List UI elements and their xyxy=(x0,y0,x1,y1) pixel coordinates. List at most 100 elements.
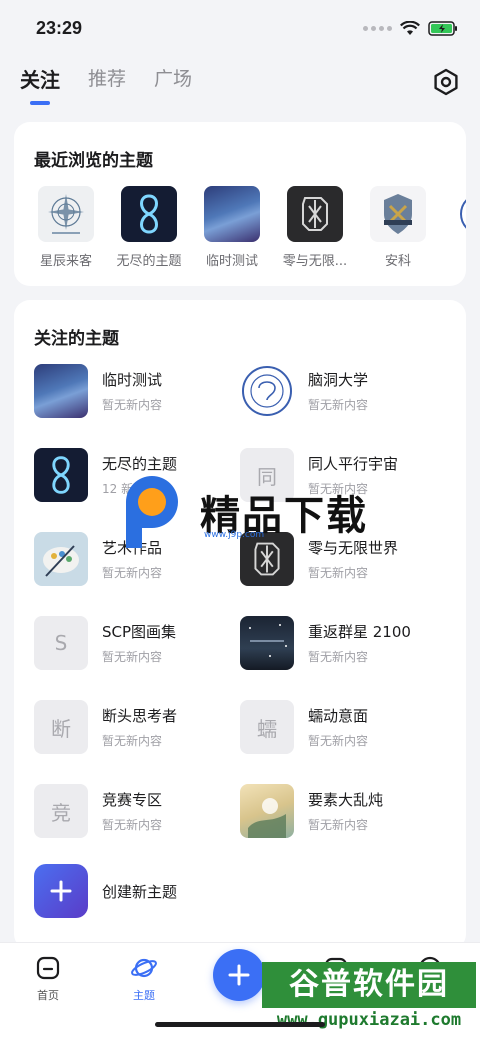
tab-messages[interactable] xyxy=(306,955,366,981)
battery-charging-icon xyxy=(428,20,457,36)
recent-item-label: 星辰来客 xyxy=(39,254,92,269)
create-topic-label: 创建新主题 xyxy=(102,882,178,901)
topic-name: 蠕动意面 xyxy=(308,707,369,725)
topic-status: 暂无新内容 xyxy=(308,734,369,748)
illustration-icon xyxy=(248,798,286,838)
topic-status: 暂无新内容 xyxy=(308,650,369,664)
recent-topics-card: 最近浏览的主题 星辰来客 无尽的主题 临时测试 零与无限... 安科 xyxy=(14,122,466,286)
topic-name: 零与无限世界 xyxy=(308,539,399,557)
infinity-logo-icon xyxy=(140,194,158,234)
topic-item[interactable]: 重返群星 2100 暂无新内容 xyxy=(240,614,440,672)
topic-status: 暂无新内容 xyxy=(308,818,369,832)
topic-item[interactable]: S SCP图画集 暂无新内容 xyxy=(34,614,234,672)
infinity-logo-icon xyxy=(52,456,70,494)
recent-item[interactable]: 临时测试 xyxy=(204,186,260,276)
geometric-logo-icon xyxy=(254,542,280,576)
following-topics-card: 关注的主题 临时测试 暂无新内容 脑洞大学 暂无新内容 无尽的主题 12 新 同… xyxy=(14,300,466,950)
university-seal-icon xyxy=(242,366,292,416)
recent-item-label: 零与无限... xyxy=(282,254,348,269)
topic-item[interactable]: 竞 竞赛专区 暂无新内容 xyxy=(34,782,234,840)
home-icon xyxy=(36,956,60,980)
topic-status: 暂无新内容 xyxy=(308,482,369,496)
topic-placeholder: 断 xyxy=(34,700,88,754)
topic-item[interactable]: 断 断头思考者 暂无新内容 xyxy=(34,698,234,756)
wifi-icon xyxy=(400,20,420,35)
topic-status: 暂无新内容 xyxy=(102,398,163,412)
plus-icon xyxy=(34,864,88,918)
topic-name: 竞赛专区 xyxy=(102,791,163,809)
tab-topics[interactable]: 主题 xyxy=(114,955,174,1003)
recent-item[interactable]: 星辰来客 xyxy=(38,186,94,276)
topic-placeholder: 蠕 xyxy=(240,700,294,754)
topic-item[interactable]: 艺术作品 暂无新内容 xyxy=(34,530,234,588)
topic-status: 暂无新内容 xyxy=(102,566,163,580)
topic-item[interactable]: 蠕 蠕动意面 暂无新内容 xyxy=(240,698,440,756)
topic-item[interactable]: 同 同人平行宇宙 暂无新内容 xyxy=(240,446,440,504)
topic-status: 暂无新内容 xyxy=(308,566,369,580)
topic-thumbnail xyxy=(34,364,88,418)
status-bar: 23:29 xyxy=(0,0,480,56)
recent-item-label: 脑 xyxy=(441,250,466,269)
topic-name: 重返群星 2100 xyxy=(308,623,411,641)
tab-home[interactable]: 首页 xyxy=(18,955,78,1003)
topic-item[interactable]: 临时测试 暂无新内容 xyxy=(34,362,234,420)
tab-topics-label: 主题 xyxy=(133,989,155,1002)
topic-name: 艺术作品 xyxy=(102,539,163,557)
recent-item[interactable]: 脑 xyxy=(453,186,466,276)
create-topic-button[interactable]: 创建新主题 xyxy=(34,864,177,918)
topic-status: 暂无新内容 xyxy=(308,398,369,412)
status-icons xyxy=(363,20,458,36)
topic-thumbnail xyxy=(453,186,466,242)
signal-icon xyxy=(363,25,392,31)
geometric-logo-icon xyxy=(302,197,328,231)
topic-thumbnail xyxy=(34,532,88,586)
planet-icon xyxy=(131,958,157,978)
topic-name: 要素大乱炖 xyxy=(308,791,384,809)
tab-square[interactable]: 广场 xyxy=(154,64,192,91)
plus-icon xyxy=(228,964,250,986)
topic-thumbnail xyxy=(34,448,88,502)
topic-status: 暂无新内容 xyxy=(102,650,163,664)
topic-name: 临时测试 xyxy=(102,371,163,389)
topic-thumbnail xyxy=(121,186,177,242)
settings-hex-icon[interactable] xyxy=(432,68,460,96)
shield-emblem-icon xyxy=(384,194,412,234)
tab-following[interactable]: 关注 xyxy=(20,64,60,105)
publish-fab-button[interactable] xyxy=(213,949,265,1001)
topic-thumbnail xyxy=(240,532,294,586)
topic-thumbnail xyxy=(38,186,94,242)
starfield-icon xyxy=(249,624,287,657)
topic-item[interactable]: 脑洞大学 暂无新内容 xyxy=(240,362,440,420)
tab-recommend[interactable]: 推荐 xyxy=(88,64,126,91)
topic-thumbnail xyxy=(240,784,294,838)
topic-name: 无尽的主题 xyxy=(102,455,178,473)
status-time: 23:29 xyxy=(36,17,83,38)
message-icon xyxy=(324,957,348,977)
palette-art-icon xyxy=(43,545,79,577)
recent-item[interactable]: 零与无限... xyxy=(283,186,347,276)
topic-placeholder: 同 xyxy=(240,448,294,502)
topic-thumbnail xyxy=(240,364,294,418)
seal-logo-icon xyxy=(460,199,466,229)
profile-icon xyxy=(418,956,442,980)
topic-name: 脑洞大学 xyxy=(308,371,369,389)
topic-name: 同人平行宇宙 xyxy=(308,455,399,473)
topic-thumbnail xyxy=(240,616,294,670)
recent-topics-list[interactable]: 星辰来客 无尽的主题 临时测试 零与无限... 安科 xyxy=(38,186,466,276)
following-topics-title: 关注的主题 xyxy=(34,329,119,349)
recent-item-label: 临时测试 xyxy=(205,254,258,269)
topic-item[interactable]: 零与无限世界 暂无新内容 xyxy=(240,530,440,588)
tab-profile[interactable] xyxy=(400,955,460,981)
recent-item[interactable]: 安科 xyxy=(370,186,426,276)
topic-thumbnail xyxy=(370,186,426,242)
topic-item[interactable]: 无尽的主题 12 新 xyxy=(34,446,234,504)
topic-placeholder: 竞 xyxy=(34,784,88,838)
recent-topics-title: 最近浏览的主题 xyxy=(34,151,153,171)
topic-thumbnail xyxy=(287,186,343,242)
compass-rose-icon xyxy=(48,194,84,234)
tab-home-label: 首页 xyxy=(37,989,59,1002)
recent-item[interactable]: 无尽的主题 xyxy=(116,186,182,276)
topic-item[interactable]: 要素大乱炖 暂无新内容 xyxy=(240,782,440,840)
recent-item-label: 安科 xyxy=(384,254,411,269)
top-tabs: 关注 推荐 广场 xyxy=(20,64,192,105)
